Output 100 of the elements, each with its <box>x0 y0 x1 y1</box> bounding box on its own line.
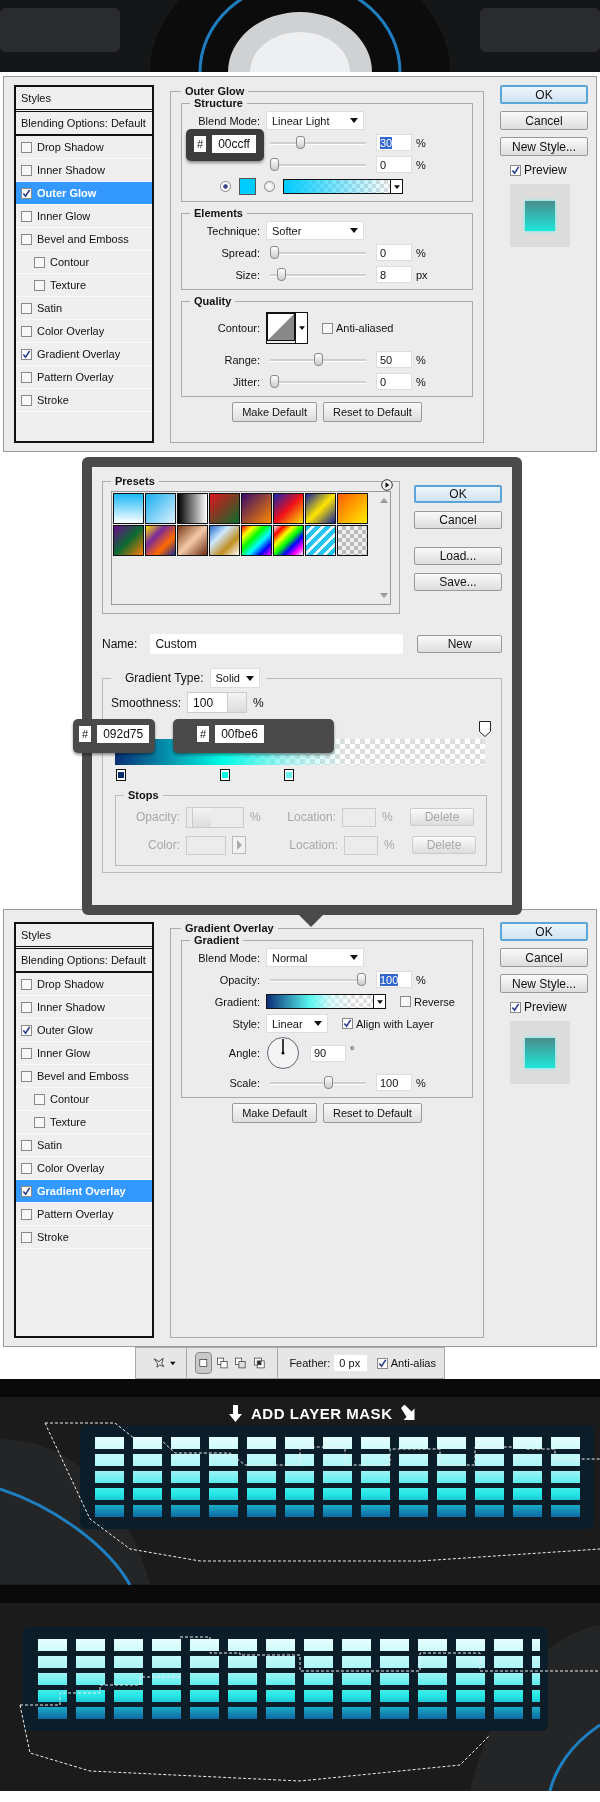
checkbox[interactable] <box>21 302 32 314</box>
list-item[interactable]: Satin <box>16 1134 152 1157</box>
hex-field[interactable]: 00fbe6 <box>215 725 264 743</box>
slider-thumb[interactable] <box>323 1075 333 1089</box>
dropdown[interactable]: Softer <box>266 221 364 240</box>
list-item[interactable]: Texture <box>16 274 152 297</box>
slider[interactable] <box>270 374 366 389</box>
list-item[interactable]: Gradient Overlay <box>16 343 152 366</box>
radio-button[interactable] <box>220 181 231 192</box>
color-swatch[interactable] <box>239 178 256 195</box>
dialog-button[interactable]: New Style... <box>500 974 588 993</box>
value-field[interactable]: 50 <box>376 351 412 368</box>
checkbox[interactable] <box>21 1047 32 1059</box>
contour-picker[interactable] <box>266 312 308 344</box>
checkbox[interactable] <box>21 394 32 406</box>
dialog-button[interactable]: Load... <box>414 547 502 565</box>
gradient-preset[interactable] <box>337 493 368 524</box>
dialog-button[interactable]: Save... <box>414 573 502 591</box>
hex-field[interactable]: 092d75 <box>97 725 150 743</box>
list-item[interactable]: Inner Glow <box>16 205 152 228</box>
checkbox[interactable] <box>21 141 32 153</box>
checkbox[interactable] <box>34 1093 45 1105</box>
value-field[interactable]: 0 <box>376 156 412 173</box>
menu-icon[interactable] <box>381 479 393 491</box>
dialog-button[interactable]: Reset to Default <box>322 1103 422 1123</box>
hex-field[interactable]: 00ccff <box>212 135 256 153</box>
checkbox[interactable] <box>322 322 333 334</box>
slider[interactable] <box>270 135 366 150</box>
gradient-preset[interactable] <box>113 493 144 524</box>
checkbox[interactable] <box>21 1139 32 1151</box>
list-item[interactable]: Color Overlay <box>16 320 152 343</box>
dialog-button[interactable]: Make Default <box>232 1103 317 1123</box>
dropdown[interactable]: Solid <box>209 668 260 688</box>
value-field[interactable]: 100 <box>376 1074 412 1091</box>
slider[interactable] <box>270 1075 366 1090</box>
slider[interactable] <box>270 972 366 987</box>
checkbox[interactable] <box>21 1208 32 1220</box>
gradient-preset[interactable] <box>177 525 208 556</box>
checkbox[interactable] <box>21 1231 32 1243</box>
feather-field[interactable]: 0 px <box>334 1355 367 1371</box>
checkbox[interactable] <box>21 371 32 383</box>
gradient-preset[interactable] <box>305 493 336 524</box>
list-item[interactable]: Pattern Overlay <box>16 1203 152 1226</box>
up-arrow-icon[interactable] <box>380 498 388 503</box>
list-item[interactable]: Drop Shadow <box>16 973 152 996</box>
list-item[interactable]: Inner Glow <box>16 1042 152 1065</box>
list-item[interactable]: Contour <box>16 1088 152 1111</box>
checkbox[interactable] <box>21 1001 32 1013</box>
dialog-button[interactable]: OK <box>500 922 588 941</box>
checkbox[interactable] <box>510 1001 521 1013</box>
number-field[interactable]: 100 <box>187 692 248 713</box>
slider[interactable] <box>270 245 366 260</box>
checkbox[interactable] <box>21 164 32 176</box>
gradient-preset[interactable] <box>273 525 304 556</box>
gradient-preset[interactable] <box>145 493 176 524</box>
dialog-button[interactable]: Cancel <box>500 948 588 967</box>
slider[interactable] <box>270 352 366 367</box>
slider-thumb[interactable] <box>270 374 279 388</box>
color-stop[interactable] <box>284 769 295 781</box>
checkbox[interactable] <box>21 187 32 199</box>
slider-thumb[interactable] <box>357 972 366 986</box>
value-field[interactable]: 8 <box>376 266 412 283</box>
checkbox[interactable] <box>34 1116 45 1128</box>
dialog-button[interactable]: OK <box>500 85 588 104</box>
slider-thumb[interactable] <box>296 135 306 149</box>
list-item[interactable]: Texture <box>16 1111 152 1134</box>
dialog-button[interactable]: Make Default <box>232 402 317 422</box>
checkbox[interactable] <box>21 1024 32 1036</box>
dialog-button[interactable]: Reset to Default <box>322 402 422 422</box>
angle-dial[interactable] <box>266 1036 300 1070</box>
dialog-button[interactable]: New <box>417 635 502 653</box>
dropdown[interactable]: Normal <box>266 948 364 967</box>
value-field[interactable]: 0 <box>376 244 412 261</box>
dialog-button[interactable]: Cancel <box>500 111 588 130</box>
checkbox[interactable] <box>21 233 32 245</box>
checkbox[interactable] <box>376 1357 388 1369</box>
checkbox[interactable] <box>21 1185 32 1197</box>
gradient-preset[interactable] <box>145 525 176 556</box>
list-item[interactable]: Pattern Overlay <box>16 366 152 389</box>
list-item[interactable]: Satin <box>16 297 152 320</box>
list-item[interactable]: Outer Glow <box>16 1019 152 1042</box>
list-item[interactable]: Inner Shadow <box>16 996 152 1019</box>
list-item[interactable]: Bevel and Emboss <box>16 1065 152 1088</box>
gradient-preset[interactable] <box>305 525 336 556</box>
dialog-button[interactable]: Cancel <box>414 511 502 529</box>
checkbox[interactable] <box>342 1018 353 1029</box>
checkbox[interactable] <box>400 996 411 1007</box>
list-item[interactable]: Blending Options: Default <box>16 112 152 136</box>
value-field[interactable]: 100 <box>376 971 412 988</box>
gradient-preset[interactable] <box>177 493 208 524</box>
name-field[interactable]: Custom <box>150 634 404 654</box>
list-item[interactable]: Stroke <box>16 389 152 412</box>
opacity-stop-icon[interactable] <box>479 721 491 737</box>
down-arrow-icon[interactable] <box>380 593 388 598</box>
list-item[interactable]: Bevel and Emboss <box>16 228 152 251</box>
gradient-preset[interactable] <box>337 525 368 556</box>
value-field[interactable]: 30 <box>376 134 412 151</box>
dialog-button[interactable]: OK <box>414 485 502 503</box>
slider[interactable] <box>270 157 366 172</box>
checkbox[interactable] <box>21 978 32 990</box>
